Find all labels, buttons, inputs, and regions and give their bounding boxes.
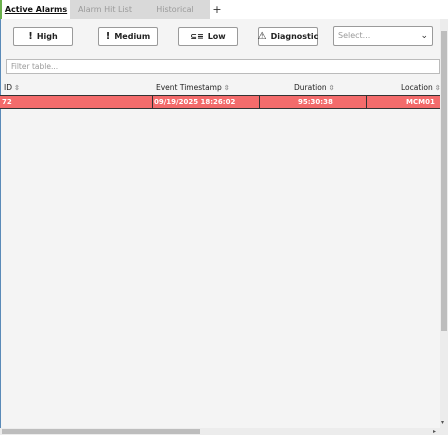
- high-label: High: [36, 32, 58, 41]
- vertical-scroll-thumb[interactable]: [441, 31, 447, 331]
- medium-priority-button[interactable]: ! Medium: [98, 27, 158, 46]
- warning-icon: ⚠: [257, 31, 267, 42]
- scroll-down-arrow-icon[interactable]: ▾: [441, 419, 444, 426]
- chevron-down-icon: ⌄: [420, 31, 428, 41]
- filter-table-input[interactable]: Filter table...: [6, 59, 440, 74]
- column-header-id[interactable]: ID ⇳: [4, 81, 20, 94]
- tab-active-alarms[interactable]: Active Alarms: [0, 0, 70, 19]
- select-dropdown[interactable]: Select... ⌄: [333, 26, 433, 46]
- sort-icon[interactable]: ⇳: [329, 84, 335, 92]
- select-placeholder: Select...: [338, 31, 371, 40]
- diagnostic-button[interactable]: ⚠ Diagnostic: [258, 27, 318, 46]
- cell-location: MCM01: [406, 98, 435, 106]
- cell-duration: 95:30:38: [298, 98, 333, 106]
- scroll-right-arrow-icon[interactable]: ▸: [433, 428, 436, 435]
- sort-icon[interactable]: ⇳: [224, 84, 230, 92]
- tab-historical[interactable]: Historical: [140, 0, 210, 19]
- table-header: ID ⇳ Event Timestamp ⇳ Duration ⇳ Location ⇳: [0, 81, 441, 94]
- tab-bar: Active Alarms Alarm Hit List Historical …: [0, 0, 448, 20]
- column-header-duration[interactable]: Duration ⇳: [294, 81, 334, 94]
- column-divider: [152, 96, 153, 108]
- tab-alarm-hit-list[interactable]: Alarm Hit List: [70, 0, 140, 19]
- column-header-location[interactable]: Location ⇳: [401, 81, 441, 94]
- low-label: Low: [207, 32, 226, 41]
- low-priority-button[interactable]: ⊆≡ Low: [178, 27, 238, 46]
- column-header-event-timestamp[interactable]: Event Timestamp ⇳: [156, 81, 230, 94]
- high-priority-button[interactable]: ! High: [13, 27, 73, 46]
- cell-id: 72: [2, 98, 12, 106]
- diagnostic-label: Diagnostic: [270, 32, 319, 41]
- column-divider: [259, 96, 260, 108]
- horizontal-scroll-thumb[interactable]: [2, 429, 200, 434]
- subset-list-icon: ⊆≡: [190, 32, 204, 41]
- sort-icon[interactable]: ⇳: [14, 84, 20, 92]
- column-divider: [366, 96, 367, 108]
- table-row[interactable]: 72 09/19/2025 18:26:02 95:30:38 MCM01: [0, 95, 440, 109]
- add-tab-button[interactable]: +: [210, 0, 224, 19]
- exclamation-icon: !: [105, 31, 111, 42]
- cell-timestamp: 09/19/2025 18:26:02: [154, 98, 236, 106]
- medium-label: Medium: [114, 32, 151, 41]
- exclamation-icon: !: [28, 31, 33, 42]
